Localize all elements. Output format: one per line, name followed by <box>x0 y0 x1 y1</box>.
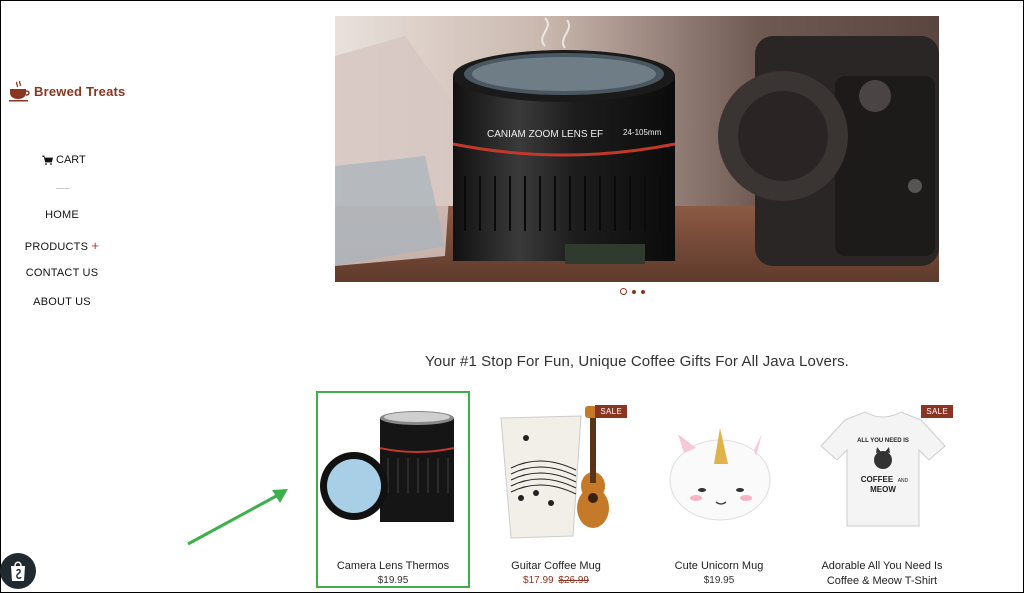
shirt-print-line1: ALL YOU NEED IS <box>857 438 909 444</box>
product-name[interactable]: Cute Unicorn Mug <box>644 559 794 574</box>
tagline: Your #1 Stop For Fun, Unique Coffee Gift… <box>425 353 849 370</box>
sidebar-divider <box>56 188 70 189</box>
nav-item-home[interactable]: HOME <box>0 209 124 238</box>
brand-name: Brewed Treats <box>34 83 126 99</box>
product-image: ALL YOU NEED IS COFFEE AND MEOW <box>820 411 946 527</box>
shirt-print-line2: COFFEE <box>861 475 894 484</box>
nav-item-about-us[interactable]: ABOUT US <box>0 296 124 325</box>
nav-label: ABOUT US <box>33 296 91 308</box>
lens-range-text: 24-105mm <box>623 128 662 137</box>
compare-price: $26.99 <box>558 575 589 586</box>
product-card-cute-unicorn-mug[interactable]: Cute Unicorn Mug $19.95 <box>644 393 794 589</box>
shopify-badge[interactable] <box>0 553 36 589</box>
slide-dot[interactable] <box>620 288 627 295</box>
sale-price: $17.99 <box>523 575 554 586</box>
slideshow-dots <box>620 288 645 295</box>
nav-item-contact-us[interactable]: CONTACT US <box>0 267 124 296</box>
product-card-coffee-meow-tshirt[interactable]: ALL YOU NEED IS COFFEE AND MEOW SALE Ado… <box>807 393 957 589</box>
sidebar-nav: HOME PRODUCTS + CONTACT US ABOUT US <box>0 209 124 325</box>
sale-badge: SALE <box>921 405 953 418</box>
nav-label: HOME <box>45 209 79 221</box>
shirt-print-line4: MEOW <box>870 485 896 494</box>
cart-icon <box>42 155 53 165</box>
top-bar <box>1 1 1023 14</box>
hero-slideshow[interactable]: CANIAM ZOOM LENS EF 24-105mm <box>335 16 939 282</box>
shopping-bag-icon <box>11 561 25 581</box>
slide-dot[interactable] <box>632 289 636 294</box>
product-price: $19.95 <box>703 575 735 586</box>
product-image <box>669 428 771 521</box>
cart-link[interactable]: CART <box>42 154 86 166</box>
expand-plus-icon[interactable]: + <box>91 238 99 253</box>
annotation-arrow-icon <box>187 489 288 546</box>
product-card-guitar-coffee-mug[interactable]: SALE Guitar Coffee Mug $17.99 $26.99 <box>481 393 631 589</box>
slide-dot[interactable] <box>641 289 645 294</box>
lens-text: CANIAM ZOOM LENS EF <box>487 129 603 140</box>
nav-item-products[interactable]: PRODUCTS + <box>0 238 124 267</box>
nav-label: PRODUCTS <box>24 241 89 253</box>
product-image <box>500 406 609 539</box>
coffee-cup-icon <box>9 80 30 102</box>
brand-logo[interactable]: Brewed Treats <box>8 80 125 102</box>
hero-image: CANIAM ZOOM LENS EF 24-105mm <box>335 16 939 282</box>
cart-label: CART <box>56 154 86 166</box>
nav-label: CONTACT US <box>25 267 99 279</box>
product-price: $17.99 $26.99 <box>481 575 631 586</box>
sale-badge: SALE <box>595 405 627 418</box>
highlight-box <box>316 391 470 588</box>
product-name[interactable]: Guitar Coffee Mug <box>481 559 631 574</box>
shirt-print-line3: AND <box>898 478 909 484</box>
product-name[interactable]: Adorable All You Need Is Coffee & Meow T… <box>807 559 957 589</box>
